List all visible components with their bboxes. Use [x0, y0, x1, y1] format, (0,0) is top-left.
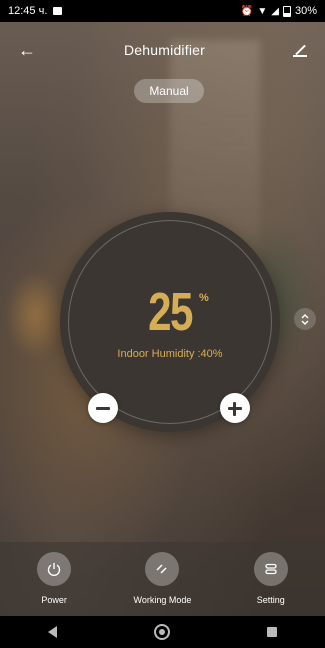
working-mode-label: Working Mode	[133, 595, 192, 605]
nav-home-icon[interactable]	[153, 624, 170, 640]
setting-label: Setting	[256, 595, 285, 605]
signal-icon: ◢	[271, 5, 279, 17]
side-toggle-button[interactable]	[294, 308, 316, 330]
settings-toggle-icon	[265, 563, 277, 575]
mode-slashes-icon	[156, 564, 168, 574]
app-header: ← Dehumidifier	[0, 32, 325, 68]
nav-recent-icon[interactable]	[266, 627, 277, 637]
indoor-humidity-text: Indoor Humidity :40%	[117, 348, 223, 360]
power-icon	[47, 563, 61, 576]
image-icon	[53, 7, 63, 15]
back-arrow-icon[interactable]: ←	[18, 41, 36, 59]
working-mode-button[interactable]	[145, 552, 180, 586]
bottom-action-bar: Power Working Mode Setting	[0, 542, 325, 616]
mode-label: Manual	[149, 84, 189, 98]
power-action[interactable]: Power	[9, 552, 99, 605]
power-label: Power	[41, 595, 67, 605]
status-time: 12:45 ч.	[8, 5, 48, 17]
battery-icon	[282, 5, 291, 17]
setting-button[interactable]	[253, 552, 288, 586]
power-button[interactable]	[37, 552, 72, 586]
page-title: Dehumidifier	[124, 42, 205, 58]
setting-action[interactable]: Setting	[226, 552, 316, 605]
chevron-toggle-icon	[301, 314, 309, 325]
status-bar: 12:45 ч. ⏰ ▼ ◢ 30%	[0, 0, 325, 22]
background-lamp	[5, 270, 65, 360]
battery-percent: 30%	[294, 5, 317, 17]
humidity-value: 25	[60, 282, 280, 342]
increase-button[interactable]	[220, 393, 250, 423]
minus-icon	[96, 406, 110, 410]
working-mode-action[interactable]: Working Mode	[117, 552, 207, 605]
system-nav-bar	[0, 616, 325, 648]
humidity-value-number: 25	[148, 282, 193, 342]
edit-pencil-icon[interactable]	[293, 43, 307, 57]
wifi-icon: ▼	[257, 5, 268, 17]
humidity-unit: %	[199, 292, 209, 304]
nav-back-icon[interactable]	[48, 626, 58, 638]
alarm-icon: ⏰	[240, 5, 254, 17]
plus-icon	[228, 401, 242, 416]
decrease-button[interactable]	[88, 393, 118, 423]
mode-pill[interactable]: Manual	[134, 79, 204, 103]
